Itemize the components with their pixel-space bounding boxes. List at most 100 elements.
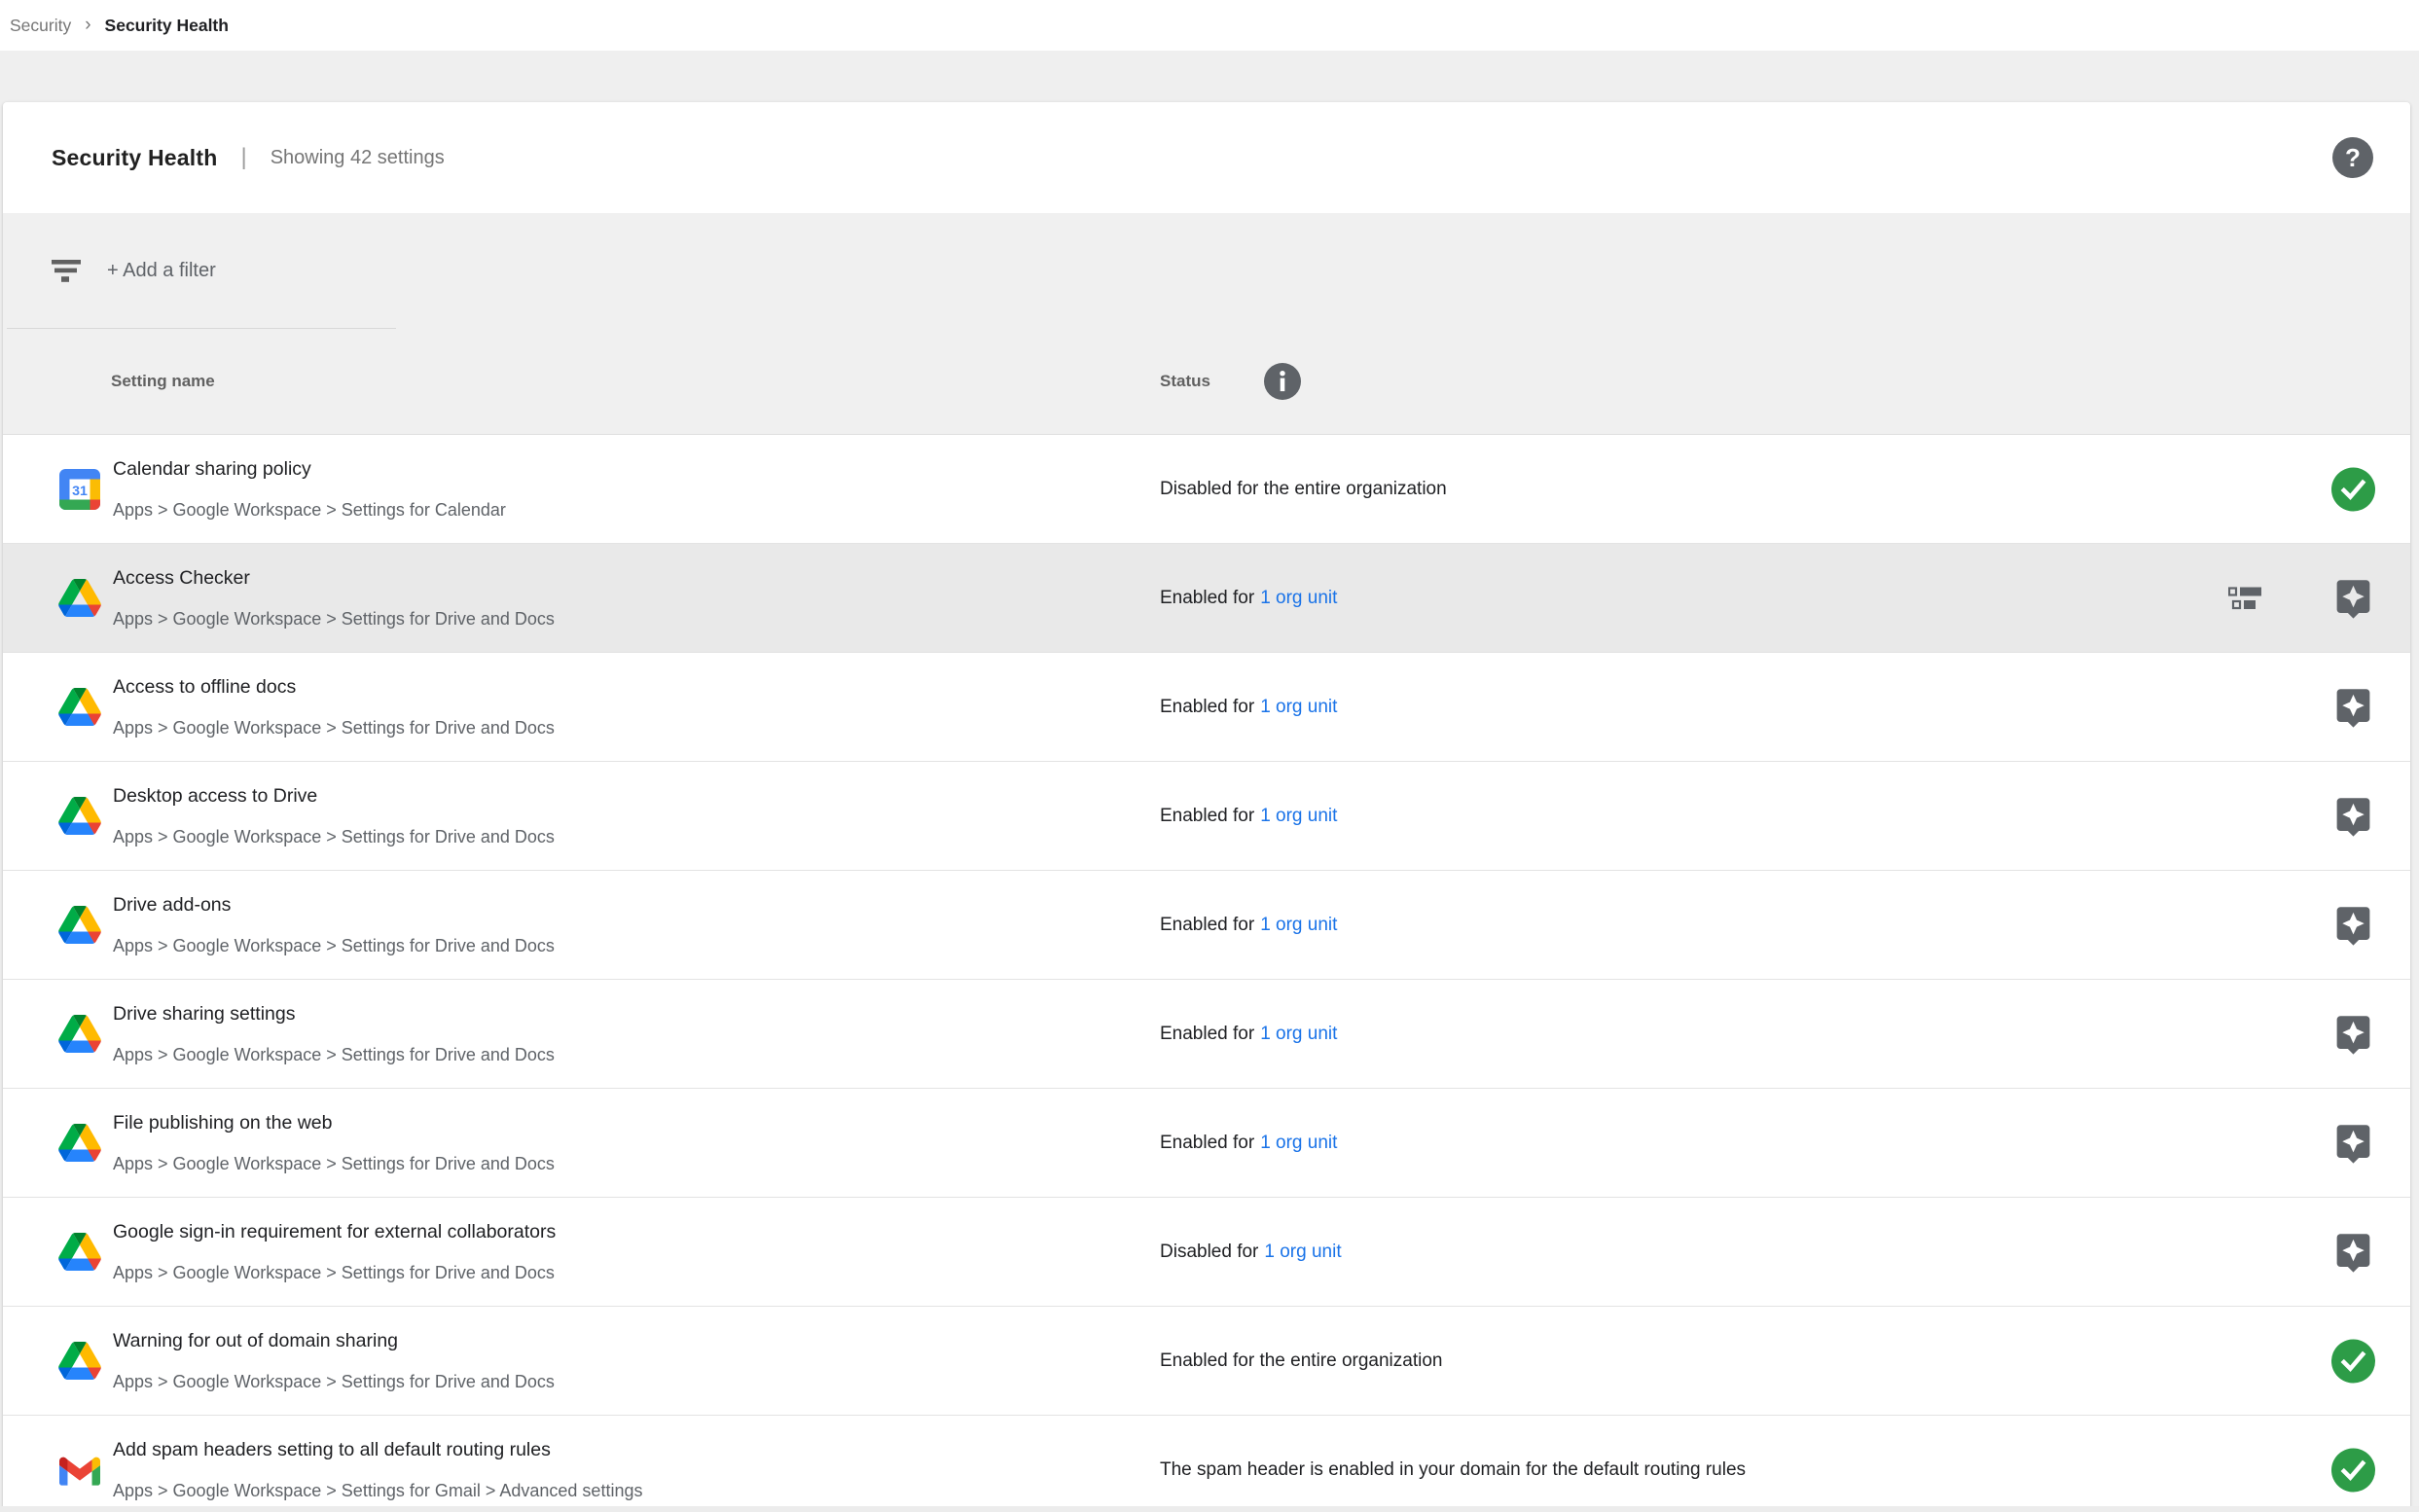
setting-path: Apps > Google Workspace > Settings for G… — [113, 1478, 642, 1503]
setting-text: Google sign-in requirement for external … — [113, 1219, 556, 1285]
breadcrumb-security[interactable]: Security — [10, 16, 71, 36]
setting-status: Enabled for the entire organization — [1160, 1350, 1442, 1372]
setting-text: Warning for out of domain sharing Apps >… — [113, 1328, 555, 1394]
status-text: Disabled for the entire organization — [1160, 479, 1447, 499]
setting-path: Apps > Google Workspace > Settings for C… — [113, 497, 506, 522]
recommendation-badge-icon[interactable] — [2331, 903, 2375, 947]
table-row[interactable]: Desktop access to Drive Apps > Google Wo… — [3, 762, 2410, 871]
status-indicator — [2330, 903, 2375, 947]
org-unit-link[interactable]: 1 org unit — [1260, 915, 1337, 935]
table-row[interactable]: Google sign-in requirement for external … — [3, 1198, 2410, 1307]
drive-icon — [58, 1124, 101, 1162]
table-row[interactable]: File publishing on the web Apps > Google… — [3, 1089, 2410, 1198]
security-health-card: Security Health | Showing 42 settings ? — [3, 102, 2410, 1512]
app-icon — [57, 1233, 102, 1271]
filter-icon[interactable] — [52, 260, 81, 282]
settings-table: 31 Calendar sharing policy Apps > Google… — [3, 434, 2410, 1512]
bottom-edge — [0, 1506, 2419, 1512]
svg-text:?: ? — [2345, 143, 2361, 172]
recommendation-badge-icon[interactable] — [2331, 576, 2375, 620]
table-row[interactable]: Add spam headers setting to all default … — [3, 1416, 2410, 1512]
gmail-icon — [59, 1454, 100, 1486]
setting-status: Enabled for 1 org unit — [1160, 1024, 1337, 1045]
drive-icon — [58, 1233, 101, 1271]
table-row[interactable]: Drive add-ons Apps > Google Workspace > … — [3, 871, 2410, 980]
setting-path: Apps > Google Workspace > Settings for D… — [113, 1151, 555, 1176]
setting-path: Apps > Google Workspace > Settings for D… — [113, 715, 555, 740]
recommendation-badge-icon[interactable] — [2331, 685, 2375, 729]
recommendation-badge-icon[interactable] — [2331, 1230, 2375, 1274]
column-status: Status — [1160, 372, 1210, 391]
recommendation-badge-icon[interactable] — [2331, 1012, 2375, 1056]
org-unit-link[interactable]: 1 org unit — [1260, 588, 1337, 608]
app-icon — [57, 579, 102, 617]
setting-path: Apps > Google Workspace > Settings for D… — [113, 1369, 555, 1394]
status-text: Enabled for the entire organization — [1160, 1350, 1442, 1371]
status-indicator — [2330, 1448, 2375, 1492]
setting-name: Drive add-ons — [113, 892, 555, 918]
status-text: Disabled for — [1160, 1242, 1258, 1262]
drive-icon — [58, 797, 101, 835]
setting-name: Access to offline docs — [113, 674, 555, 700]
status-ok-icon — [2331, 1448, 2375, 1492]
status-text: Enabled for — [1160, 1024, 1254, 1044]
setting-text: File publishing on the web Apps > Google… — [113, 1110, 555, 1176]
app-icon — [57, 1015, 102, 1053]
setting-path: Apps > Google Workspace > Settings for D… — [113, 933, 555, 958]
breadcrumb: Security › Security Health — [0, 0, 2419, 51]
app-icon — [57, 1124, 102, 1162]
setting-status: Enabled for1 org unit — [1160, 588, 1337, 609]
table-row[interactable]: Warning for out of domain sharing Apps >… — [3, 1307, 2410, 1416]
status-indicator — [2330, 1230, 2375, 1274]
status-info-icon[interactable] — [1264, 363, 1301, 400]
setting-status: Enabled for 1 org unit — [1160, 915, 1337, 936]
setting-text: Desktop access to Drive Apps > Google Wo… — [113, 783, 555, 849]
status-indicator — [2330, 1339, 2375, 1383]
status-text: Enabled for — [1160, 915, 1254, 935]
org-unit-link[interactable]: 1 org unit — [1264, 1242, 1341, 1262]
setting-status: Enabled for 1 org unit — [1160, 1133, 1337, 1154]
title-divider: | — [240, 144, 246, 171]
app-icon: 31 — [57, 469, 102, 510]
status-ok-icon — [2331, 1339, 2375, 1383]
setting-text: Calendar sharing policy Apps > Google Wo… — [113, 456, 506, 522]
table-row[interactable]: Access to offline docs Apps > Google Wor… — [3, 653, 2410, 762]
recommendation-badge-icon[interactable] — [2331, 1121, 2375, 1165]
setting-text: Drive sharing settings Apps > Google Wor… — [113, 1001, 555, 1067]
table-row[interactable]: 31 Calendar sharing policy Apps > Google… — [3, 435, 2410, 544]
breadcrumb-chevron-icon: › — [85, 15, 90, 36]
status-indicator — [2330, 1121, 2375, 1165]
drive-icon — [58, 579, 101, 617]
setting-name: Google sign-in requirement for external … — [113, 1219, 556, 1244]
org-unit-link[interactable]: 1 org unit — [1260, 697, 1337, 717]
status-ok-icon — [2331, 467, 2375, 511]
setting-path: Apps > Google Workspace > Settings for D… — [113, 824, 555, 849]
setting-name: Access Checker — [113, 565, 555, 591]
status-text: Enabled for — [1160, 1133, 1254, 1153]
org-unit-link[interactable]: 1 org unit — [1260, 806, 1337, 826]
org-unit-link[interactable]: 1 org unit — [1260, 1133, 1337, 1153]
status-indicator — [2330, 467, 2375, 511]
setting-status: Enabled for1 org unit — [1160, 806, 1337, 827]
status-text: Enabled for — [1160, 697, 1254, 717]
page-title: Security Health — [52, 145, 217, 171]
table-row[interactable]: Drive sharing settings Apps > Google Wor… — [3, 980, 2410, 1089]
recommendation-badge-icon[interactable] — [2331, 794, 2375, 838]
help-icon[interactable]: ? — [2332, 137, 2373, 178]
column-setting-name: Setting name — [111, 372, 215, 391]
setting-name: Add spam headers setting to all default … — [113, 1437, 642, 1462]
table-row[interactable]: Access Checker Apps > Google Workspace >… — [3, 544, 2410, 653]
status-indicator — [2330, 794, 2375, 838]
status-text: The spam header is enabled in your domai… — [1160, 1459, 1746, 1480]
card-header: Security Health | Showing 42 settings ? — [3, 102, 2410, 213]
org-units-icon — [2228, 586, 2263, 610]
org-unit-link[interactable]: 1 org unit — [1260, 1024, 1337, 1044]
table-header: Setting name Status — [3, 329, 2410, 434]
setting-path: Apps > Google Workspace > Settings for D… — [113, 606, 555, 631]
setting-path: Apps > Google Workspace > Settings for D… — [113, 1042, 555, 1067]
setting-name: Drive sharing settings — [113, 1001, 555, 1026]
filter-bar[interactable]: + Add a filter — [3, 213, 2410, 329]
drive-icon — [58, 906, 101, 944]
breadcrumb-security-health: Security Health — [105, 16, 229, 36]
add-filter-button[interactable]: + Add a filter — [107, 260, 216, 282]
